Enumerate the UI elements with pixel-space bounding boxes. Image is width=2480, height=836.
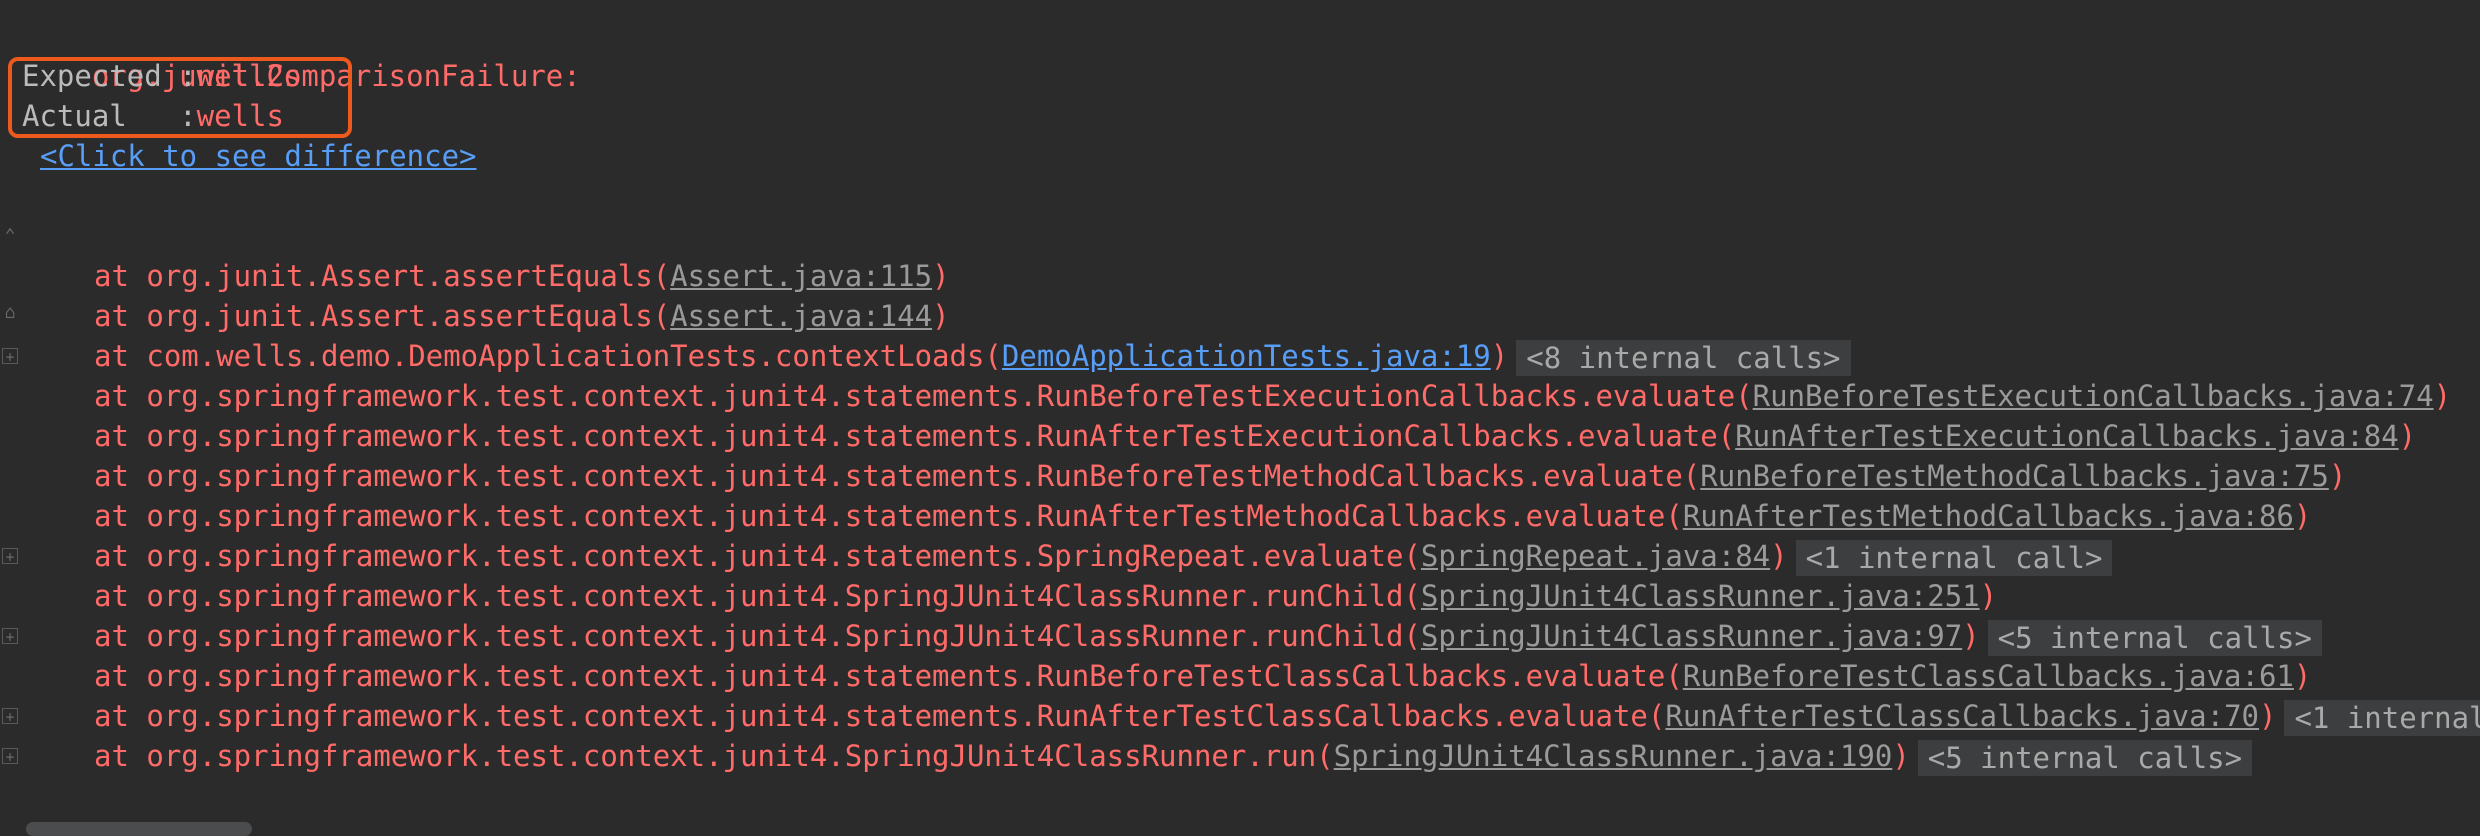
stack-trace-line: at org.springframework.test.context.juni… bbox=[94, 616, 2322, 656]
click-to-see-difference-link[interactable]: <Click to see difference> bbox=[40, 136, 477, 176]
source-link[interactable]: DemoApplicationTests.java:19 bbox=[1002, 339, 1491, 373]
stack-trace-line: at org.springframework.test.context.juni… bbox=[94, 696, 2480, 736]
actual-line: Actual :wells bbox=[22, 96, 284, 136]
expand-plus-icon[interactable]: + bbox=[2, 628, 18, 645]
console-output: org.junit.ComparisonFailure: Expected :w… bbox=[0, 0, 2480, 836]
stack-trace-line: at org.springframework.test.context.juni… bbox=[94, 459, 2347, 493]
expand-plus-icon[interactable]: + bbox=[2, 748, 18, 765]
source-link[interactable]: RunAfterTestMethodCallbacks.java:86 bbox=[1683, 499, 2294, 533]
fold-close-icon[interactable]: ⌂ bbox=[2, 304, 18, 322]
source-link[interactable]: SpringJUnit4ClassRunner.java:251 bbox=[1421, 579, 1980, 613]
internal-calls-badge[interactable]: <8 internal calls> bbox=[1516, 340, 1851, 376]
source-link[interactable]: SpringRepeat.java:84 bbox=[1421, 539, 1770, 573]
fold-open-icon[interactable]: ⌃ bbox=[2, 227, 18, 245]
source-link[interactable]: RunBeforeTestMethodCallbacks.java:75 bbox=[1700, 459, 2329, 493]
stack-trace-line: at org.springframework.test.context.juni… bbox=[94, 499, 2312, 533]
exception-header: org.junit.ComparisonFailure: bbox=[22, 16, 581, 93]
stack-trace-line: at com.wells.demo.DemoApplicationTests.c… bbox=[94, 336, 1851, 376]
stack-trace-line: at org.springframework.test.context.juni… bbox=[94, 419, 2417, 453]
source-link[interactable]: RunAfterTestClassCallbacks.java:70 bbox=[1665, 699, 2259, 733]
actual-label: Actual : bbox=[22, 99, 197, 133]
stack-trace-line: at org.springframework.test.context.juni… bbox=[94, 659, 2312, 693]
expected-label: Expected : bbox=[22, 59, 197, 93]
internal-calls-badge[interactable]: <5 internal calls> bbox=[1917, 740, 2253, 776]
stack-trace-line: at org.junit.Assert.assertEquals(Assert.… bbox=[94, 299, 950, 333]
stack-trace-line: at org.springframework.test.context.juni… bbox=[94, 579, 1998, 613]
expand-plus-icon[interactable]: + bbox=[2, 708, 18, 725]
source-link[interactable]: Assert.java:115 bbox=[670, 259, 932, 293]
stack-trace-line: at org.springframework.test.context.juni… bbox=[94, 536, 2113, 576]
horizontal-scrollbar[interactable] bbox=[0, 812, 2480, 836]
expected-value: well2s bbox=[196, 59, 302, 93]
horizontal-scrollbar-thumb[interactable] bbox=[26, 822, 252, 836]
source-link[interactable]: SpringJUnit4ClassRunner.java:190 bbox=[1334, 739, 1893, 773]
stack-trace-line: at org.junit.Assert.assertEquals(Assert.… bbox=[94, 259, 950, 293]
expand-plus-icon[interactable]: + bbox=[2, 548, 18, 565]
actual-value: wells bbox=[196, 99, 284, 133]
source-link[interactable]: RunBeforeTestClassCallbacks.java:61 bbox=[1683, 659, 2294, 693]
internal-calls-badge[interactable]: <1 internal call> bbox=[2284, 700, 2480, 736]
internal-calls-badge[interactable]: <5 internal calls> bbox=[1987, 620, 2322, 656]
internal-calls-badge[interactable]: <1 internal call> bbox=[1795, 540, 2113, 576]
source-link[interactable]: Assert.java:144 bbox=[670, 299, 932, 333]
expected-line: Expected :well2s bbox=[22, 56, 301, 96]
source-link[interactable]: SpringJUnit4ClassRunner.java:97 bbox=[1421, 619, 1962, 653]
stack-trace-line: at org.springframework.test.context.juni… bbox=[94, 736, 2253, 776]
source-link[interactable]: RunBeforeTestExecutionCallbacks.java:74 bbox=[1753, 379, 2434, 413]
stack-trace-line: at org.springframework.test.context.juni… bbox=[94, 379, 2452, 413]
source-link[interactable]: RunAfterTestExecutionCallbacks.java:84 bbox=[1735, 419, 2398, 453]
expand-plus-icon[interactable]: + bbox=[2, 348, 18, 365]
